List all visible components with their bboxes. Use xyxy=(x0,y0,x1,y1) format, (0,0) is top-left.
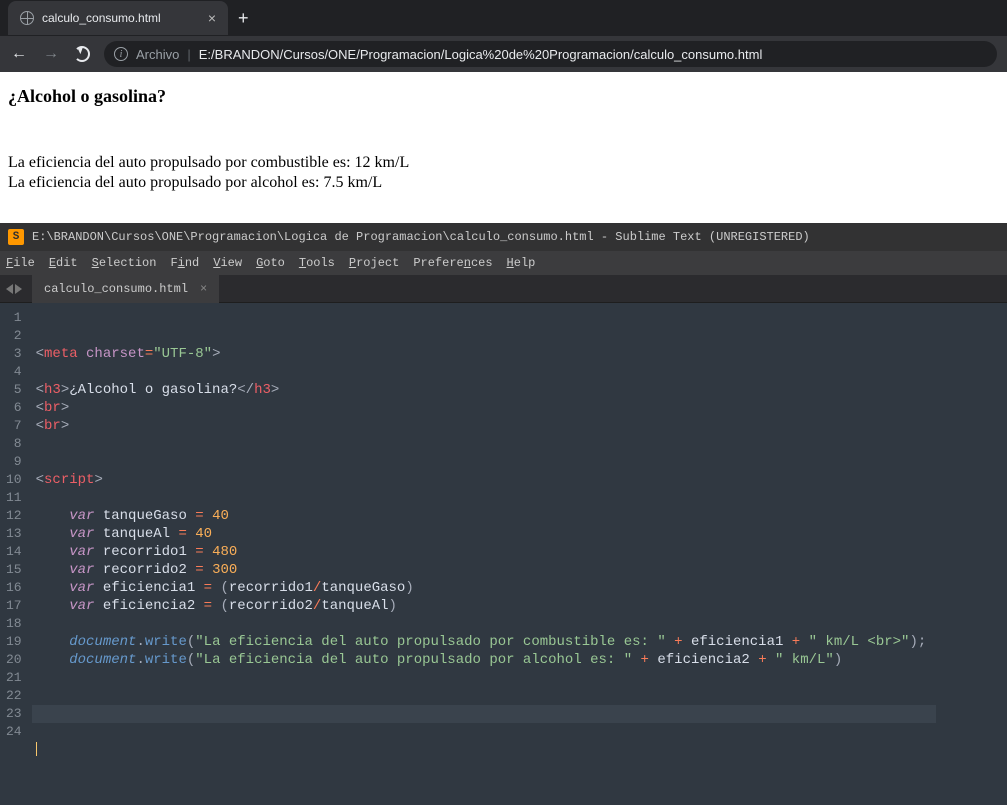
close-tab-icon[interactable]: × xyxy=(208,10,216,26)
ln: 16 xyxy=(6,579,22,597)
ln: 21 xyxy=(6,669,22,687)
address-bar[interactable]: i Archivo | E:/BRANDON/Cursos/ONE/Progra… xyxy=(104,41,997,67)
ln: 9 xyxy=(6,453,22,471)
ln: 6 xyxy=(6,399,22,417)
line-gutter: 1 2 3 4 5 6 7 8 9 10 11 12 13 14 15 16 1… xyxy=(0,303,32,805)
url-text: E:/BRANDON/Cursos/ONE/Programacion/Logic… xyxy=(199,47,763,62)
current-line-highlight xyxy=(32,705,937,723)
globe-icon xyxy=(20,11,34,25)
browser-chrome: calculo_consumo.html × + ← → i Archivo |… xyxy=(0,0,1007,72)
ln: 19 xyxy=(6,633,22,651)
editor-tab-close-icon[interactable]: × xyxy=(200,282,207,296)
back-button[interactable]: ← xyxy=(10,45,28,63)
ln: 24 xyxy=(6,723,22,741)
ln: 10 xyxy=(6,471,22,489)
sublime-logo-icon: S xyxy=(8,229,24,245)
menu-view[interactable]: View xyxy=(213,256,242,270)
tab-strip: calculo_consumo.html × + xyxy=(0,0,1007,36)
browser-tab[interactable]: calculo_consumo.html × xyxy=(8,1,228,35)
ln: 11 xyxy=(6,489,22,507)
ln: 17 xyxy=(6,597,22,615)
ln: 2 xyxy=(6,327,22,345)
menu-selection[interactable]: Selection xyxy=(92,256,157,270)
editor-tab-name: calculo_consumo.html xyxy=(44,282,188,296)
ln: 8 xyxy=(6,435,22,453)
tab-title: calculo_consumo.html xyxy=(42,11,161,25)
menu-preferences[interactable]: Preferences xyxy=(413,256,492,270)
ln: 20 xyxy=(6,651,22,669)
ln: 18 xyxy=(6,615,22,633)
sublime-window: S E:\BRANDON\Cursos\ONE\Programacion\Log… xyxy=(0,223,1007,805)
caret xyxy=(36,742,37,756)
ln: 14 xyxy=(6,543,22,561)
ln: 12 xyxy=(6,507,22,525)
page-heading: ¿Alcohol o gasolina? xyxy=(8,86,999,107)
ln: 4 xyxy=(6,363,22,381)
ln: 3 xyxy=(6,345,22,363)
menu-tools[interactable]: Tools xyxy=(299,256,335,270)
menu-project[interactable]: Project xyxy=(349,256,399,270)
menu-help[interactable]: Help xyxy=(507,256,536,270)
rendered-page: ¿Alcohol o gasolina? La eficiencia del a… xyxy=(0,72,1007,223)
menu-file[interactable]: File xyxy=(6,256,35,270)
forward-button[interactable]: → xyxy=(42,45,60,63)
output-line-1: La eficiencia del auto propulsado por co… xyxy=(8,153,999,173)
editor-area: 1 2 3 4 5 6 7 8 9 10 11 12 13 14 15 16 1… xyxy=(0,303,1007,805)
reload-button[interactable] xyxy=(74,46,90,62)
tab-next-icon[interactable] xyxy=(15,284,22,294)
new-tab-button[interactable]: + xyxy=(228,8,259,29)
sublime-menubar: File Edit Selection Find View Goto Tools… xyxy=(0,251,1007,275)
sublime-title: E:\BRANDON\Cursos\ONE\Programacion\Logic… xyxy=(32,230,810,244)
menu-find[interactable]: Find xyxy=(170,256,199,270)
editor-tab[interactable]: calculo_consumo.html × xyxy=(32,275,219,303)
sublime-tab-bar: calculo_consumo.html × xyxy=(0,275,1007,303)
ln: 7 xyxy=(6,417,22,435)
tab-history-buttons xyxy=(0,284,28,294)
menu-goto[interactable]: Goto xyxy=(256,256,285,270)
output-line-2: La eficiencia del auto propulsado por al… xyxy=(8,173,999,193)
tab-prev-icon[interactable] xyxy=(6,284,13,294)
ln: 22 xyxy=(6,687,22,705)
browser-toolbar: ← → i Archivo | E:/BRANDON/Cursos/ONE/Pr… xyxy=(0,36,1007,72)
menu-edit[interactable]: Edit xyxy=(49,256,78,270)
ln: 13 xyxy=(6,525,22,543)
ln: 1 xyxy=(6,309,22,327)
url-scheme-label: Archivo xyxy=(136,47,179,62)
ln: 15 xyxy=(6,561,22,579)
ln: 23 xyxy=(6,705,22,723)
code-area[interactable]: <meta charset="UTF-8"> <h3>¿Alcohol o ga… xyxy=(32,303,937,805)
ln: 5 xyxy=(6,381,22,399)
sublime-titlebar[interactable]: S E:\BRANDON\Cursos\ONE\Programacion\Log… xyxy=(0,223,1007,251)
site-info-icon[interactable]: i xyxy=(114,47,128,61)
url-separator: | xyxy=(187,47,190,62)
